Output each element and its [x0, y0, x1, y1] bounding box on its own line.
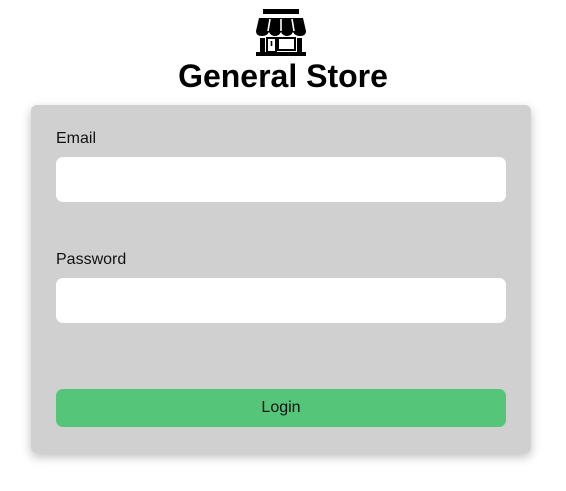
store-icon	[256, 9, 306, 56]
password-label: Password	[56, 251, 127, 268]
login-form: Email Password Login	[31, 105, 531, 453]
login-page: General Store Email Password Login	[0, 0, 566, 491]
email-field[interactable]	[56, 157, 506, 202]
password-field[interactable]	[56, 278, 506, 323]
login-button[interactable]: Login	[56, 389, 506, 427]
page-title: General Store	[178, 58, 388, 94]
email-label: Email	[56, 130, 97, 147]
